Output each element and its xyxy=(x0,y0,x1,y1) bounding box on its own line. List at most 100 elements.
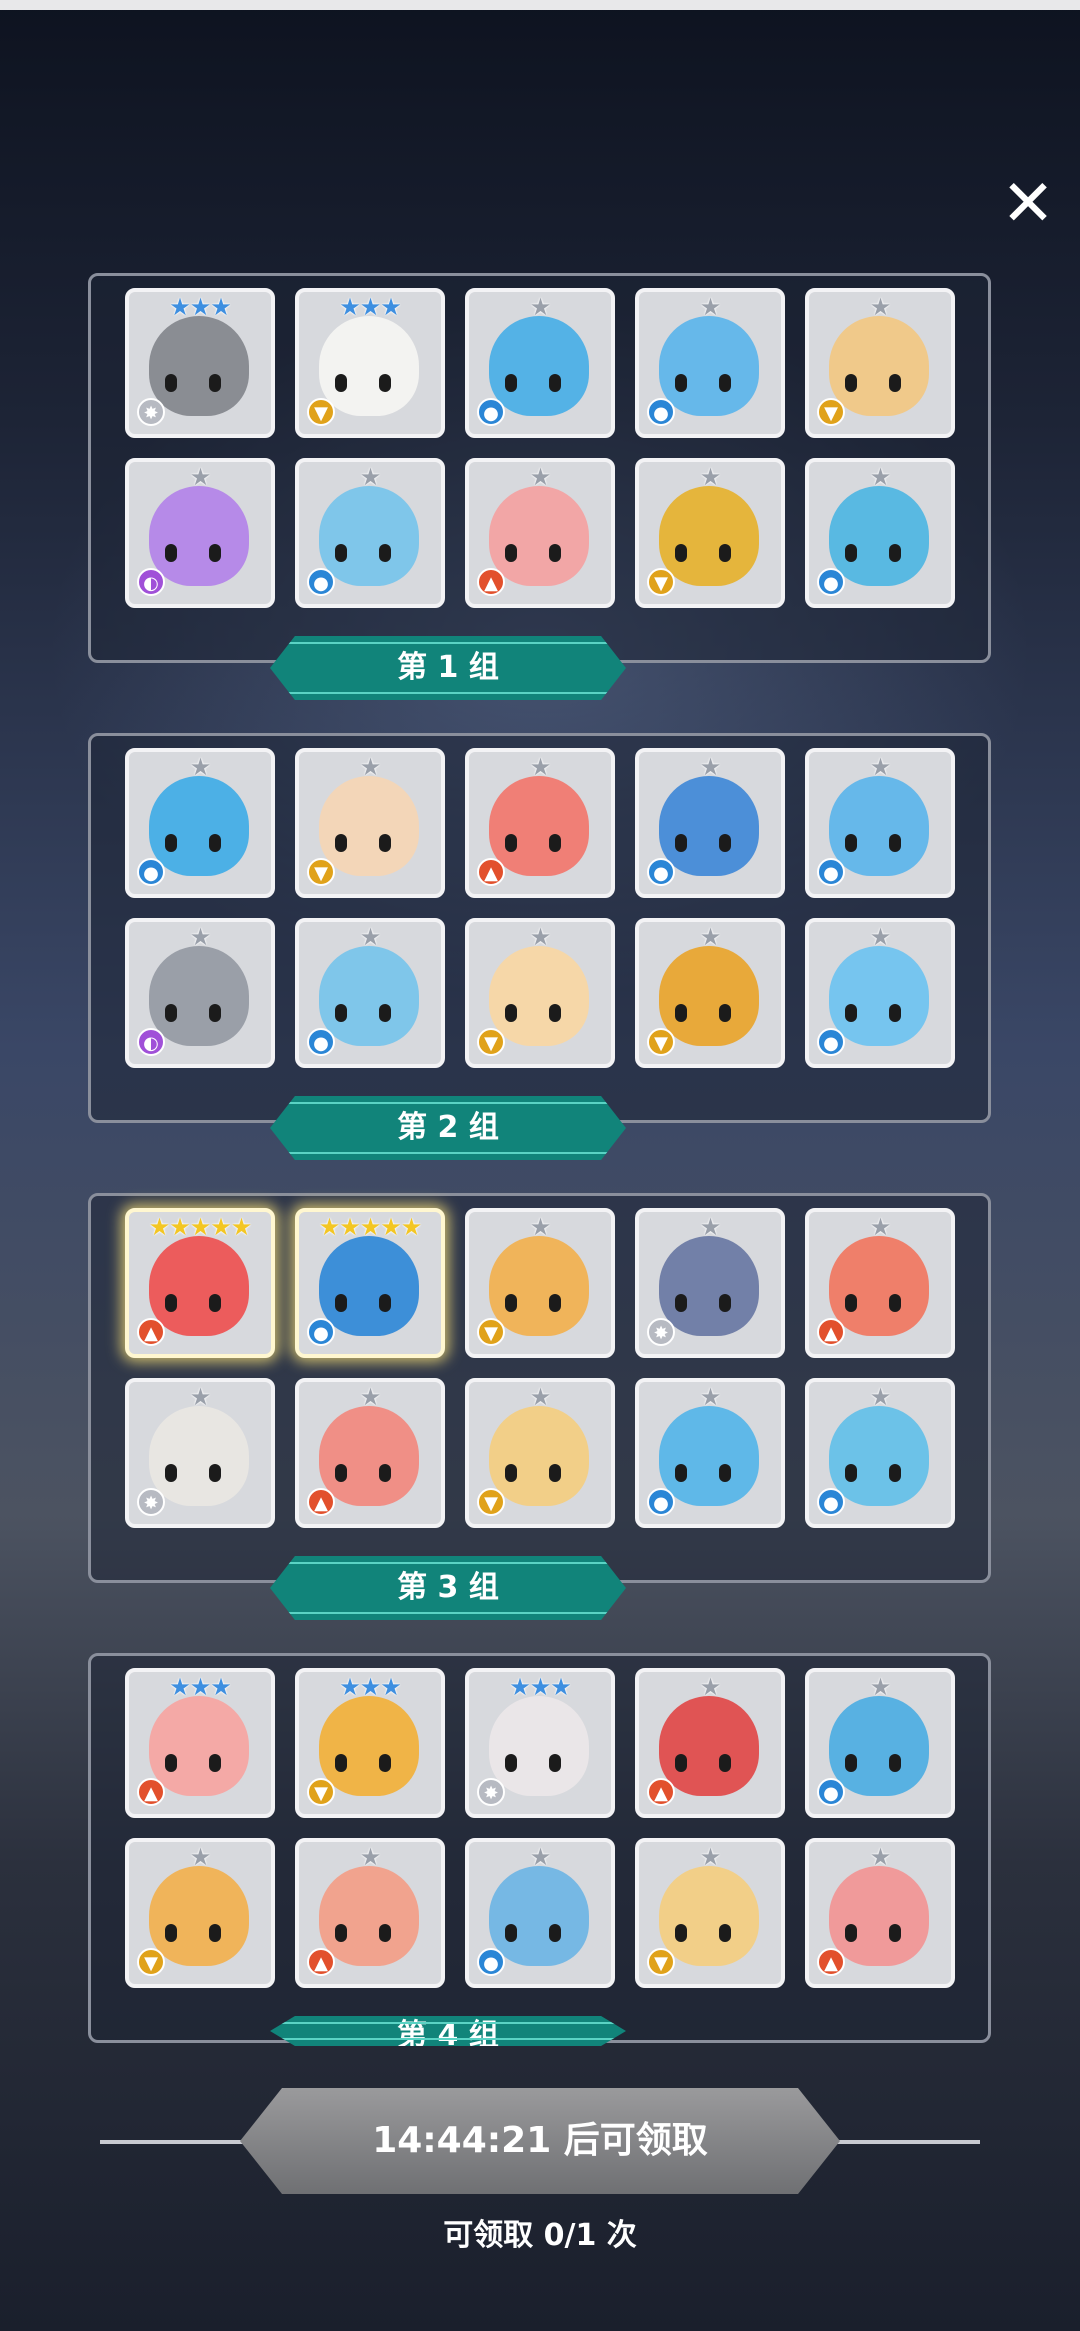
hero-card[interactable]: ★ ▲ xyxy=(465,748,615,898)
hero-card[interactable]: ★ ▲ xyxy=(465,458,615,608)
hero-card[interactable]: ★ ● xyxy=(805,458,955,608)
hero-card[interactable]: ★ ● xyxy=(805,918,955,1068)
close-icon[interactable]: ✕ xyxy=(1000,172,1056,236)
hero-card[interactable]: ★ ▼ xyxy=(125,1838,275,1988)
group-label-1[interactable]: 第 1 组 xyxy=(270,636,626,700)
hero-card[interactable]: ★ ● xyxy=(465,1838,615,1988)
hero-card[interactable]: ★ ✸ xyxy=(635,1208,785,1358)
hero-eye xyxy=(549,1754,561,1772)
hero-card[interactable]: ★ ▼ xyxy=(635,1838,785,1988)
hero-eye xyxy=(209,1464,221,1482)
hero-eye xyxy=(505,1294,517,1312)
hero-eye xyxy=(675,374,687,392)
hero-eye xyxy=(889,544,901,562)
hero-portrait xyxy=(489,776,589,876)
hero-card[interactable]: ★ ▲ xyxy=(805,1208,955,1358)
hero-card[interactable]: ★ ● xyxy=(805,1668,955,1818)
star-rating-icon: ★ xyxy=(699,1213,722,1241)
hero-portrait xyxy=(829,1866,929,1966)
hero-eye xyxy=(845,544,857,562)
hero-card[interactable]: ★★★ ▼ xyxy=(295,1668,445,1818)
hero-card[interactable]: ★ ▼ xyxy=(465,1378,615,1528)
star-rating-icon: ★★★ xyxy=(169,293,232,321)
star-rating-icon: ★ xyxy=(189,463,212,491)
hero-card[interactable]: ★ ◐ xyxy=(125,458,275,608)
hero-card[interactable]: ★ ◐ xyxy=(125,918,275,1068)
hero-portrait xyxy=(149,946,249,1046)
hero-card[interactable]: ★ ✸ xyxy=(125,1378,275,1528)
hero-portrait xyxy=(659,946,759,1046)
star-rating-icon: ★★★★★ xyxy=(318,1213,423,1241)
hero-card[interactable]: ★ ● xyxy=(635,748,785,898)
hero-card[interactable]: ★ ● xyxy=(805,1378,955,1528)
hero-card[interactable]: ★ ▼ xyxy=(635,458,785,608)
hero-portrait xyxy=(319,316,419,416)
hero-eye xyxy=(719,1294,731,1312)
hero-card[interactable]: ★ ● xyxy=(635,288,785,438)
hero-card[interactable]: ★ ● xyxy=(125,748,275,898)
hero-card[interactable]: ★ ▼ xyxy=(635,918,785,1068)
hero-eye xyxy=(165,1294,177,1312)
hero-card[interactable]: ★ ▼ xyxy=(805,288,955,438)
hero-portrait xyxy=(319,486,419,586)
star-rating-icon: ★ xyxy=(529,463,552,491)
water-element-icon: ● xyxy=(307,1028,335,1056)
hero-card[interactable]: ★ ▲ xyxy=(295,1838,445,1988)
star-rating-icon: ★ xyxy=(699,293,722,321)
hero-card[interactable]: ★ ▼ xyxy=(295,748,445,898)
hero-eye xyxy=(505,834,517,852)
hero-card[interactable]: ★★★ ▼ xyxy=(295,288,445,438)
hero-card[interactable]: ★ ▲ xyxy=(635,1668,785,1818)
star-rating-icon: ★ xyxy=(869,1673,892,1701)
hero-eye xyxy=(719,374,731,392)
claim-button[interactable]: 14:44:21 后可领取 xyxy=(240,2088,840,2194)
hero-portrait xyxy=(829,776,929,876)
water-element-icon: ● xyxy=(817,568,845,596)
hero-card[interactable]: ★★★ ✸ xyxy=(125,288,275,438)
star-rating-icon: ★ xyxy=(869,1213,892,1241)
star-rating-icon: ★★★ xyxy=(169,1673,232,1701)
hero-card[interactable]: ★★★ ✸ xyxy=(465,1668,615,1818)
hero-card[interactable]: ★★★★★ ● xyxy=(295,1208,445,1358)
hero-card[interactable]: ★ ● xyxy=(805,748,955,898)
fire-element-icon: ▲ xyxy=(477,858,505,886)
water-element-icon: ● xyxy=(817,1778,845,1806)
water-element-icon: ● xyxy=(817,1488,845,1516)
hero-card[interactable]: ★ ● xyxy=(295,918,445,1068)
hero-portrait xyxy=(149,1696,249,1796)
hero-portrait xyxy=(489,946,589,1046)
star-rating-icon: ★ xyxy=(699,463,722,491)
hero-eye xyxy=(675,1004,687,1022)
hero-card[interactable]: ★ ● xyxy=(635,1378,785,1528)
hero-eye xyxy=(335,1464,347,1482)
hero-eye xyxy=(335,1754,347,1772)
star-rating-icon: ★ xyxy=(869,463,892,491)
group-label-4[interactable]: 第 4 组 xyxy=(270,2016,626,2046)
hero-card[interactable]: ★★★ ▲ xyxy=(125,1668,275,1818)
hero-eye xyxy=(845,1924,857,1942)
group-label-3[interactable]: 第 3 组 xyxy=(270,1556,626,1620)
wind-element-icon: ▼ xyxy=(307,858,335,886)
star-rating-icon: ★ xyxy=(699,1383,722,1411)
hero-eye xyxy=(165,1464,177,1482)
hero-portrait xyxy=(149,1406,249,1506)
hero-card[interactable]: ★ ▼ xyxy=(465,1208,615,1358)
group-label-2[interactable]: 第 2 组 xyxy=(270,1096,626,1160)
hero-card[interactable]: ★★★★★ ▲ xyxy=(125,1208,275,1358)
hero-card[interactable]: ★ ● xyxy=(295,458,445,608)
star-rating-icon: ★ xyxy=(529,753,552,781)
hero-eye xyxy=(505,1004,517,1022)
hero-card[interactable]: ★ ▼ xyxy=(465,918,615,1068)
hero-eye xyxy=(889,374,901,392)
hero-card[interactable]: ★ ● xyxy=(465,288,615,438)
hero-eye xyxy=(845,1754,857,1772)
hero-eye xyxy=(889,834,901,852)
wind-element-icon: ▼ xyxy=(477,1318,505,1346)
star-rating-icon: ★ xyxy=(699,923,722,951)
hero-card[interactable]: ★ ▲ xyxy=(805,1838,955,1988)
wind-element-icon: ▼ xyxy=(647,1028,675,1056)
hero-card[interactable]: ★ ▲ xyxy=(295,1378,445,1528)
hero-eye xyxy=(719,834,731,852)
star-rating-icon: ★ xyxy=(529,1213,552,1241)
hero-eye xyxy=(209,834,221,852)
